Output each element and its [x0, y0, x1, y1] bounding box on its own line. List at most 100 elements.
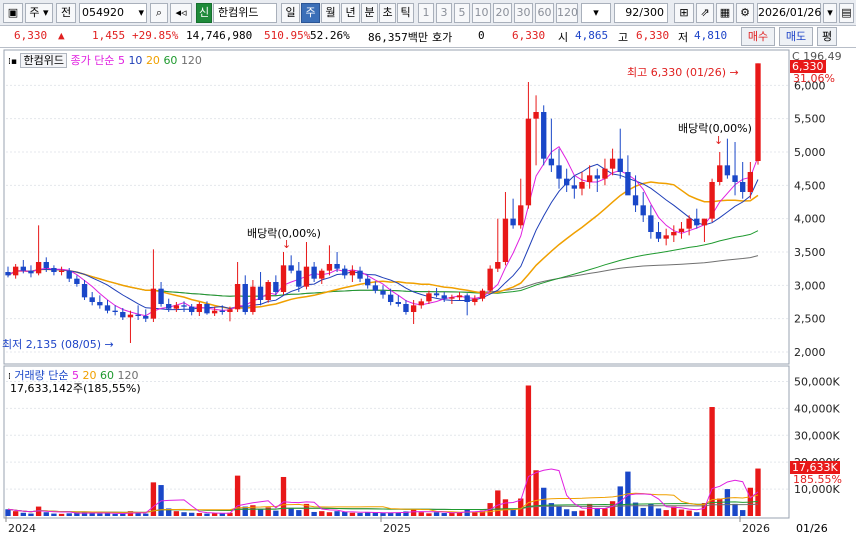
minute-10[interactable]: 10: [472, 3, 491, 23]
eval-button[interactable]: 평: [817, 27, 837, 46]
period-tick[interactable]: 틱: [397, 3, 414, 23]
volume-bar: [173, 511, 180, 516]
candle-body: [533, 112, 539, 119]
market-select[interactable]: 주 ▾: [25, 3, 53, 23]
volume-bar: [533, 470, 539, 516]
candle-body: [648, 215, 654, 232]
volume-bar: [143, 513, 149, 516]
candle-body: [120, 312, 126, 318]
stock-name: 한컴위드: [213, 3, 277, 23]
period-week[interactable]: 주: [301, 3, 320, 23]
period-month[interactable]: 월: [321, 3, 340, 23]
high-price: 6,330: [636, 29, 670, 42]
price-tick-label: 5,000: [794, 146, 826, 159]
candle-body: [510, 218, 516, 226]
candle-body: [97, 302, 103, 306]
candle-body: [204, 304, 210, 314]
minute-60[interactable]: 60: [535, 3, 554, 23]
candle-body: [755, 63, 761, 162]
volume-bar: [181, 512, 187, 516]
trade-volume: 14,746,980: [186, 29, 253, 42]
indicator-icon[interactable]: ⇗: [696, 3, 714, 23]
date-input[interactable]: 2026/01/26: [757, 3, 821, 23]
low-annotation: 최저 2,135 (08/05) →: [2, 336, 114, 352]
volume-bar: [694, 512, 700, 516]
candle-body: [403, 304, 409, 312]
high-annotation-text: 최고 6,330 (01/26): [627, 66, 727, 79]
candle-body: [579, 182, 585, 189]
count-input[interactable]: 92/300: [614, 3, 668, 23]
new-listing-badge: 신: [196, 3, 212, 23]
candle-body: [43, 262, 49, 268]
period-minute[interactable]: 분: [361, 3, 378, 23]
price-tick-label: 2,500: [794, 313, 826, 326]
volume-bar: [717, 498, 723, 516]
trade-amount: 86,357백만: [368, 31, 428, 44]
drawing-icon[interactable]: ▦: [716, 3, 734, 23]
candle-body: [571, 185, 578, 189]
volume-bar: [112, 513, 118, 516]
chart-toolbar: ▣ 주 ▾ 전 054920 ▾ ⌕ ◂◃ 신 한컴위드 일 주 월 년 분 초 …: [0, 0, 856, 26]
minute-1[interactable]: 1: [418, 3, 434, 23]
candle-body: [456, 295, 463, 298]
volume-bar: [433, 512, 440, 516]
volume-bar: [334, 511, 340, 516]
candle-body: [219, 310, 225, 312]
volume-bar: [732, 503, 738, 516]
volume-bar: [495, 490, 501, 516]
period-year[interactable]: 년: [341, 3, 360, 23]
candle-body: [334, 264, 340, 269]
calendar-icon[interactable]: ▾: [823, 3, 837, 23]
period-second[interactable]: 초: [379, 3, 396, 23]
legend-stock-name[interactable]: 한컴위드: [20, 53, 67, 68]
period-day[interactable]: 일: [281, 3, 300, 23]
gear-icon[interactable]: ⚙: [736, 3, 754, 23]
candle-body: [58, 270, 65, 272]
search-icon[interactable]: ⌕: [150, 3, 168, 23]
volume-bar: [671, 506, 677, 516]
sound-icon[interactable]: ◂◃: [170, 3, 192, 23]
grid-icon[interactable]: ▤: [839, 3, 854, 23]
volume-bar: [326, 512, 333, 516]
minute-120[interactable]: 120: [556, 3, 578, 23]
scope-button[interactable]: 전: [56, 3, 76, 23]
volume-bar: [525, 385, 532, 516]
candle-body: [548, 158, 555, 166]
turnover-rate: 52.26%: [310, 29, 350, 42]
minute-3[interactable]: 3: [436, 3, 452, 23]
volume-bar: [58, 513, 65, 516]
price-tick-label: 5,500: [794, 113, 826, 126]
volume-bar: [609, 501, 616, 516]
candle-type-icon[interactable]: ⊞: [674, 3, 694, 23]
period-input[interactable]: ▾: [581, 3, 611, 23]
buy-button[interactable]: 매수: [741, 27, 775, 46]
volume-bar: [410, 509, 417, 516]
candle-body: [671, 232, 677, 236]
up-arrow-icon: ▲: [58, 29, 65, 42]
candle-body: [625, 172, 631, 196]
candle-body: [257, 286, 264, 300]
stock-code-input[interactable]: 054920 ▾: [79, 3, 147, 23]
candle-body: [311, 266, 317, 279]
low-price: 4,810: [694, 29, 728, 42]
open-label: 시: [558, 31, 569, 44]
minute-5[interactable]: 5: [454, 3, 470, 23]
volume-bar: [365, 512, 371, 516]
sell-button[interactable]: 매도: [779, 27, 813, 46]
chart-menu-icon[interactable]: ▣: [3, 3, 23, 23]
volume-bar: [342, 511, 348, 516]
chevron-down-icon[interactable]: ▾: [138, 4, 144, 22]
candle-body: [694, 218, 700, 226]
volume-bar: [97, 513, 103, 516]
candle-body: [495, 262, 501, 269]
volume-bar: [296, 510, 302, 516]
legend-menu-icon[interactable]: ⁞▪: [8, 57, 17, 67]
volume-bar: [311, 511, 317, 516]
minute-20[interactable]: 20: [493, 3, 512, 23]
minute-30[interactable]: 30: [514, 3, 533, 23]
candle-body: [740, 182, 746, 192]
candle-body: [326, 264, 333, 271]
price-tick-label: 3,500: [794, 246, 826, 259]
volume-bar: [663, 510, 669, 516]
legend-ma120: 120: [180, 54, 202, 67]
